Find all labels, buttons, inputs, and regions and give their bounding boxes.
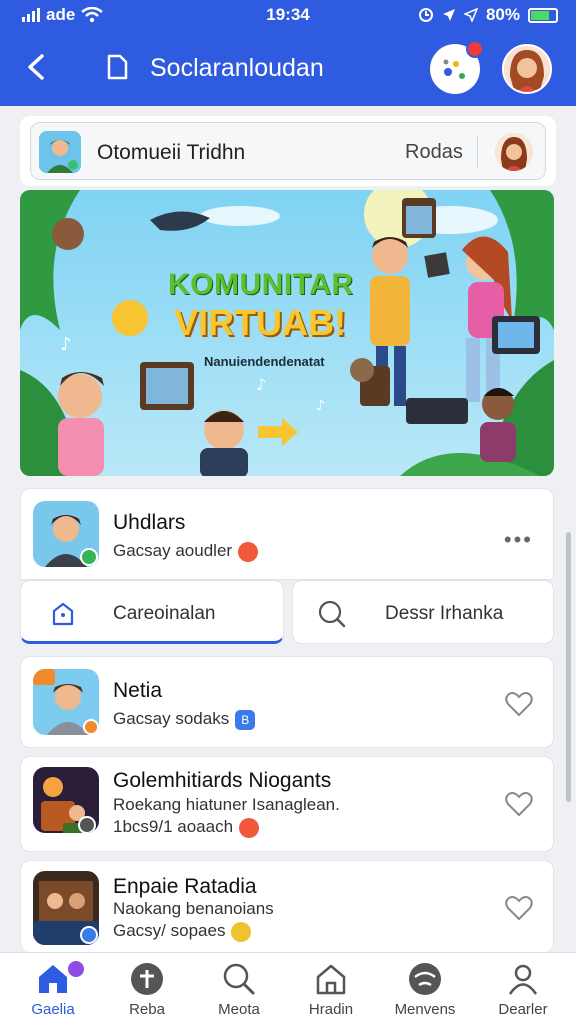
battery-icon [528, 7, 558, 23]
nav-label: Gaelia [31, 1001, 75, 1018]
tab-label: Dessr Irhanka [385, 603, 504, 624]
list-item[interactable]: Netia Gacsay sodaks B [20, 656, 554, 748]
nav-row: Soclaranloudan [0, 40, 576, 96]
app-header: ade 19:34 80% Soclaranloudan [0, 0, 576, 106]
promo-banner[interactable]: ♪ ♪ ♪ KOMUNITAR VIRTUAB! Nanuiendendenat… [20, 190, 554, 476]
person-icon [508, 964, 538, 995]
nav-item-meota[interactable]: Meota [194, 961, 284, 1018]
tab-label: Careoinalan [113, 603, 216, 624]
scrollbar[interactable] [566, 532, 571, 802]
search-icon [223, 963, 255, 995]
search-input[interactable]: Otomueii Tridhn [97, 141, 245, 165]
list-item-title: Netia [113, 679, 163, 702]
svg-text:♪: ♪ [60, 334, 72, 355]
profile-name: Uhdlars [113, 511, 186, 534]
status-bar: ade 19:34 80% [0, 0, 576, 30]
heart-icon[interactable] [505, 895, 533, 921]
list-item-description: Roekang hiatuner Isanaglean. [113, 795, 340, 814]
b-badge-icon: B [235, 709, 256, 730]
search-button[interactable]: Rodas [405, 141, 463, 164]
banner-subtitle: Nanuiendendenatat [204, 354, 325, 369]
banner-title-line1: KOMUNITAR [168, 268, 354, 301]
nav-item-hradin[interactable]: Hradin [286, 961, 376, 1018]
list-item[interactable]: Golemhitiards Niogants Roekang hiatuner … [20, 756, 554, 852]
face-icon [409, 963, 441, 995]
house-outline-icon [316, 964, 346, 995]
tab-careoinalan[interactable]: Careoinalan [20, 580, 284, 644]
location-outline-icon [463, 8, 478, 22]
app-title: Soclaranloudan [150, 54, 324, 82]
nav-item-gaelia[interactable]: Gaelia [8, 959, 98, 1018]
search-bar[interactable]: Otomueii Tridhn Rodas [30, 122, 546, 180]
heart-icon[interactable] [505, 791, 533, 817]
tab-dessr-irhanka[interactable]: Dessr Irhanka [292, 580, 554, 644]
list-item-thumbnail [33, 669, 99, 735]
nav-label: Menvens [394, 1001, 456, 1018]
profile-subtitle: Gacsay aoudler [113, 541, 259, 562]
list-item-subtitle: Gacsay sodaks B [113, 709, 256, 730]
notification-dot [466, 40, 484, 58]
profile-avatar [33, 501, 99, 567]
laughing-emoji-icon [231, 921, 252, 942]
list-item-title: Golemhitiards Niogants [113, 769, 332, 792]
back-chevron-icon[interactable] [22, 52, 52, 82]
heart-icon[interactable] [505, 691, 533, 717]
angry-emoji-icon [239, 817, 260, 838]
nav-label: Meota [218, 1001, 260, 1018]
nav-item-dearler[interactable]: Dearler [478, 961, 568, 1018]
more-options-icon[interactable]: ••• [504, 527, 533, 553]
notification-badge [66, 959, 86, 979]
angry-emoji-icon [238, 541, 259, 562]
nav-label: Reba [129, 1001, 165, 1018]
list-item-subtitle: 1bcs9/1 aoaach [113, 817, 260, 838]
nav-item-reba[interactable]: Reba [102, 961, 192, 1018]
alarm-icon [418, 8, 433, 22]
nav-item-menvens[interactable]: Menvens [380, 961, 470, 1018]
divider [477, 135, 478, 169]
top-card: Otomueii Tridhn Rodas [20, 116, 556, 186]
battery-percent: 80% [485, 5, 520, 24]
list-item-description: Naokang benanoians [113, 899, 274, 918]
search-avatar[interactable] [495, 133, 533, 171]
nav-label: Hradin [308, 1001, 354, 1018]
tab-row: Careoinalan Dessr Irhanka [20, 580, 554, 646]
status-right: 80% [418, 5, 558, 25]
community-app-icon [39, 131, 81, 173]
location-icon [442, 9, 455, 21]
house-tab-icon [52, 602, 74, 626]
svg-text:♪: ♪ [316, 398, 325, 414]
game-controller-icon[interactable] [430, 40, 484, 94]
user-avatar[interactable] [502, 44, 552, 94]
list-item-thumbnail [33, 767, 99, 833]
profile-card[interactable]: Uhdlars Gacsay aoudler ••• [20, 488, 554, 580]
list-item-title: Enpaie Ratadia [113, 875, 257, 898]
svg-text:♪: ♪ [256, 375, 266, 394]
document-icon [107, 54, 128, 80]
list-item-subtitle: Gacsy/ sopaes [113, 921, 252, 942]
list-item-thumbnail [33, 871, 99, 945]
bottom-nav: Gaelia Reba Meota Hradin Menvens Dearler [0, 952, 576, 1024]
plus-circle-icon [131, 963, 163, 995]
nav-label: Dearler [498, 1001, 548, 1018]
list-item[interactable]: Enpaie Ratadia Naokang benanoians Gacsy/… [20, 860, 554, 952]
search-tab-icon [318, 600, 346, 628]
banner-title-line2: VIRTUAB! [174, 302, 346, 343]
